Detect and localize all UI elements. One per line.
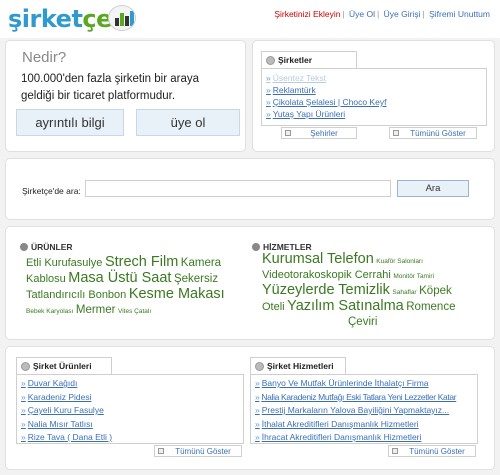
tab-label: Şirket Hizmetleri <box>267 361 334 371</box>
arrow-icon: » <box>255 418 260 429</box>
list-item[interactable]: » Yutaş Yapı Ürünleri <box>266 108 482 120</box>
dot-icon <box>252 243 260 251</box>
tag-link[interactable]: Kurumsal Telefon <box>262 251 374 267</box>
search-input[interactable] <box>85 180 391 197</box>
logo-wordmark: şirketçe <box>8 5 112 33</box>
arrow-icon: » <box>255 432 260 442</box>
tag-link[interactable]: Kuaför Salonları <box>376 258 423 265</box>
forgot-password-link[interactable]: Şifremi Unuttum <box>429 9 490 19</box>
tab-company-services[interactable]: Şirket Hizmetleri <box>250 357 346 374</box>
list-item[interactable]: » Karadeniz Pidesi <box>21 391 239 405</box>
tag-link[interactable]: Bebek Karyolası <box>26 308 73 315</box>
tag-link[interactable]: Monitör Tamiri <box>393 273 434 280</box>
list-item[interactable]: » Banyo Ve Mutfak Ürünlerinde İthalatçı F… <box>255 377 473 391</box>
tag-link[interactable]: Yüzeylerde Temizlik <box>262 282 390 298</box>
list-item[interactable]: » Çayeli Kuru Fasulye <box>21 404 239 418</box>
list-item[interactable]: » Nalia Mısır Tatlısı <box>21 418 239 432</box>
login-link[interactable]: Üye Girişi <box>384 9 421 19</box>
list-item[interactable]: » Nalia Karadeniz Mutfağı Eski Tatlara Ye… <box>255 391 473 405</box>
list-item[interactable]: » İhracat Akreditifleri Danışmanlık Hizme… <box>255 431 473 445</box>
folder-icon <box>392 448 398 454</box>
tag-link[interactable]: Oteli <box>262 301 285 313</box>
dot-icon <box>21 362 30 371</box>
arrow-icon: » <box>266 73 271 83</box>
show-all-products-button[interactable]: Tümünü Göster <box>154 445 242 457</box>
folder-icon <box>285 130 291 136</box>
about-title: Nedir? <box>22 49 67 66</box>
tag-link[interactable]: Romence <box>406 301 455 313</box>
tag-link[interactable]: Kablosu <box>26 273 66 285</box>
tag-link[interactable]: Mermer <box>76 304 116 316</box>
show-all-services-button[interactable]: Tümünü Göster <box>388 445 476 457</box>
about-panel: Nedir? 100.000'den fazla şirketin bir ar… <box>5 40 246 152</box>
list-item[interactable]: » Rize Tava ( Dana Etli ) <box>21 431 239 445</box>
folder-icon <box>158 448 164 454</box>
signup-link[interactable]: Üye Ol <box>349 9 375 19</box>
search-label: Şirketçe'de ara: <box>22 186 81 196</box>
tag-link[interactable]: Şekersiz <box>174 273 218 285</box>
arrow-icon: » <box>21 418 26 429</box>
tag-link[interactable]: Etli Kurufasulye <box>26 257 102 269</box>
tag-link[interactable]: Strech Film <box>105 254 178 270</box>
signup-button[interactable]: üye ol <box>136 109 240 136</box>
arrow-icon: » <box>255 391 260 402</box>
tag-link[interactable]: Çeviri <box>348 316 377 328</box>
tag-link[interactable]: Vites Çatalı <box>118 308 151 315</box>
separator: | <box>342 9 345 19</box>
tag-link[interactable]: Videotorakoskopik Cerrahi <box>262 269 391 281</box>
arrow-icon: » <box>266 85 271 95</box>
tag-link[interactable]: Kesme Makası <box>129 286 225 302</box>
tab-label: Şirketler <box>278 55 313 65</box>
top-links: Şirketinizi Ekleyin | Üye Ol | Üye Girişi |… <box>274 9 490 19</box>
arrow-icon: » <box>266 97 271 107</box>
tab-label: Şirket Ürünleri <box>33 361 92 371</box>
dot-icon <box>20 243 28 251</box>
companies-list: » Üsentez Tekst » Reklamtürk » Çikolata Şel… <box>261 68 487 126</box>
tag-link[interactable]: Kamera <box>181 257 221 269</box>
tag-link[interactable]: Masa Üstü Saat <box>68 270 171 286</box>
dot-icon <box>255 362 264 371</box>
tab-companies[interactable]: Şirketler <box>261 51 357 68</box>
site-header: şirketçe Şirketinizi Ekleyin | Üye Ol | Üy… <box>0 0 500 38</box>
cities-button[interactable]: Şehirler <box>281 127 357 139</box>
folder-icon <box>393 130 399 136</box>
bar-chart-icon <box>108 5 136 31</box>
about-text: 100.000'den fazla şirketin bir araya gel… <box>21 73 199 102</box>
companies-panel: Şirketler » Üsentez Tekst » Reklamtürk » Çi… <box>252 40 495 152</box>
details-button[interactable]: ayrıntılı bilgi <box>16 109 124 136</box>
search-button[interactable]: Ara <box>397 180 469 197</box>
tag-link[interactable]: Köpek <box>419 285 452 297</box>
tag-link[interactable]: Tatlandırıcılı Bonbon <box>26 289 126 301</box>
show-all-companies-button[interactable]: Tümünü Göster <box>389 127 477 139</box>
list-item[interactable]: » Üsentez Tekst <box>266 72 482 84</box>
dot-icon <box>266 56 275 65</box>
separator: | <box>422 9 425 19</box>
arrow-icon: » <box>21 378 26 388</box>
arrow-icon: » <box>21 391 26 402</box>
arrow-icon: » <box>266 109 271 119</box>
list-item[interactable]: » Prestij Markaların Yalova Bayiliğini Ya… <box>255 404 473 418</box>
arrow-icon: » <box>21 432 26 442</box>
list-item[interactable]: » Duvar Kağıdı <box>21 377 239 391</box>
list-item[interactable]: » Reklamtürk <box>266 84 482 96</box>
products-cloud-title: ÜRÜNLER <box>20 242 73 252</box>
site-logo[interactable]: şirketçe <box>8 5 140 35</box>
tab-company-products[interactable]: Şirket Ürünleri <box>16 357 112 374</box>
tag-link[interactable]: Sahaflar <box>392 289 416 296</box>
arrow-icon: » <box>255 405 260 415</box>
list-item[interactable]: » İthalat Akreditifleri Danışmanlık Hizme… <box>255 418 473 432</box>
add-company-link[interactable]: Şirketinizi Ekleyin <box>274 9 340 19</box>
arrow-icon: » <box>21 405 26 415</box>
services-tag-cloud: Kurumsal Telefon Kuaför Salonları Videot… <box>262 252 492 330</box>
tag-link[interactable]: Yazılım Satınalma <box>287 298 404 314</box>
company-products-list: » Duvar Kağıdı » Karadeniz Pidesi » Çayeli … <box>16 374 244 444</box>
company-services-list: » Banyo Ve Mutfak Ürünlerinde İthalatçı F… <box>250 374 478 444</box>
arrow-icon: » <box>255 378 260 388</box>
list-item[interactable]: » Çikolata Şelalesi | Choco Keyf <box>266 96 482 108</box>
separator: | <box>377 9 380 19</box>
products-tag-cloud: Etli Kurufasulye Strech Film Kamera Kabl… <box>26 255 248 319</box>
